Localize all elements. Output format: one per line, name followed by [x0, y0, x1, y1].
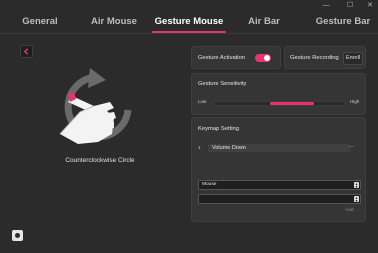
gesture-sensitivity-card: Gesture Sensitivity Low High	[191, 73, 366, 115]
device-select[interactable]: Mouse ▴ ▾	[198, 180, 361, 190]
device-select-spinner-icon[interactable]: ▴ ▾	[354, 182, 359, 189]
settings-record-icon[interactable]	[12, 230, 23, 241]
keymap-setting-card: Keymap Setting 1 Volume Down — Mouse ▴ ▾ …	[191, 117, 366, 222]
keymap-row-index: 1	[198, 145, 201, 150]
action-select-spinner-icon[interactable]: ▴ ▾	[354, 196, 359, 203]
action-select[interactable]: ▴ ▾	[198, 194, 361, 204]
device-select-value: Mouse	[202, 182, 217, 187]
tab-bar: General Air Mouse Gesture Mouse Air Bar …	[0, 14, 378, 34]
sensitivity-title: Gesture Sensitivity	[198, 81, 247, 87]
gesture-activation-toggle[interactable]	[255, 54, 271, 62]
header-divider	[0, 33, 378, 34]
add-button[interactable]: Add	[345, 208, 354, 213]
tab-air-bar[interactable]: Air Bar	[240, 14, 288, 30]
keymap-remove-button[interactable]: —	[349, 144, 354, 150]
sensitivity-range-fill	[269, 102, 315, 105]
back-button[interactable]	[20, 45, 33, 58]
tab-gesture-bar[interactable]: Gesture Bar	[312, 14, 374, 30]
gesture-recording-label: Gesture Recording	[290, 55, 339, 61]
minimize-icon[interactable]: —	[319, 1, 333, 11]
toggle-knob	[264, 55, 270, 61]
arrow-head-icon	[88, 68, 106, 88]
slider-low-label: Low	[198, 99, 207, 104]
sensitivity-slider[interactable]	[213, 101, 345, 106]
top-bar: — ☐ ✕ General Air Mouse Gesture Mouse Ai…	[0, 0, 378, 34]
gesture-illustration	[59, 68, 132, 144]
enroll-button[interactable]: Enroll	[343, 52, 363, 65]
tab-air-mouse[interactable]: Air Mouse	[84, 14, 144, 30]
keymap-row: 1 Volume Down	[198, 144, 350, 153]
tab-gesture-mouse[interactable]: Gesture Mouse	[152, 14, 226, 30]
gesture-name: Counterclockwise Circle	[65, 157, 135, 164]
gesture-activation-card: Gesture Activation	[191, 46, 281, 69]
keymap-title: Keymap Setting	[198, 126, 239, 132]
close-icon[interactable]: ✕	[363, 1, 377, 11]
keymap-value-text: Volume Down	[212, 145, 246, 151]
gesture-activation-label: Gesture Activation	[198, 55, 246, 61]
keymap-value-field[interactable]: Volume Down	[208, 144, 350, 152]
slider-high-label: High	[350, 99, 360, 104]
maximize-icon[interactable]: ☐	[343, 1, 357, 11]
back-arrow-icon	[23, 48, 29, 55]
tab-general[interactable]: General	[12, 14, 68, 30]
gesture-recording-card: Gesture Recording Enroll	[284, 46, 366, 69]
